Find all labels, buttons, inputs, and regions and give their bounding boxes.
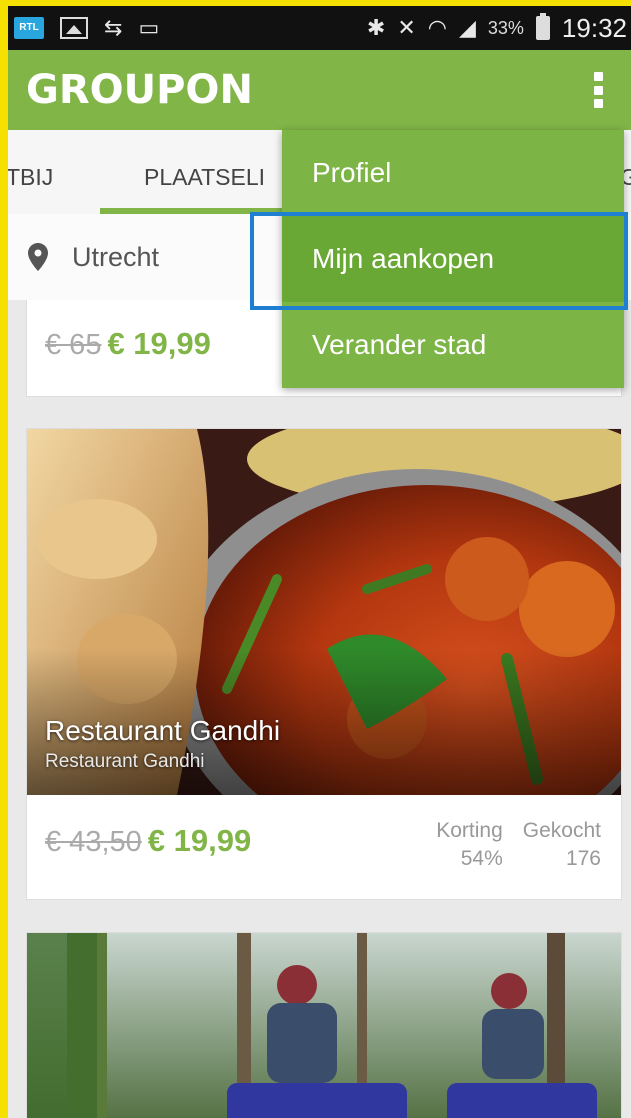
- frame-border-left: [0, 0, 8, 1118]
- deal-card[interactable]: [26, 932, 622, 1118]
- pill-icon: ▭: [138, 15, 160, 40]
- mute-icon: ✕: [397, 15, 416, 40]
- new-price: € 19,99: [107, 326, 211, 361]
- app-bar: GROUPON: [8, 50, 631, 130]
- menu-item-verander-stad[interactable]: Verander stad: [282, 302, 624, 388]
- deal-title: Restaurant Gandhi: [45, 715, 281, 746]
- groupon-logo: GROUPON: [26, 67, 253, 113]
- more-vert-icon[interactable]: [593, 72, 603, 108]
- new-price: € 19,99: [147, 823, 252, 858]
- bought-value: 176: [565, 847, 601, 870]
- city-name: Utrecht: [72, 241, 160, 272]
- menu-item-mijn-aankopen[interactable]: Mijn aankopen: [282, 216, 624, 302]
- old-price: € 43,50: [45, 826, 142, 858]
- menu-item-profiel[interactable]: Profiel: [282, 130, 624, 216]
- bought-label: Gekocht: [522, 819, 601, 842]
- deal-stats: Korting 54% Gekocht 176: [436, 819, 601, 871]
- clock: 19:32: [561, 12, 627, 43]
- discount-label: Korting: [436, 819, 503, 842]
- status-bar: RTL ⇆ ▭ ✱ ✕ ◠ ◢ 33% 19:32: [8, 6, 631, 50]
- deal-feed: € 65 € 19,99 Restaurant Gandhi Restauran…: [8, 300, 631, 1118]
- tab-local[interactable]: PLAATSELI: [144, 164, 265, 191]
- frame-border-top: [0, 0, 631, 6]
- battery-percentage: 33%: [487, 17, 524, 38]
- rtl-icon: RTL: [14, 17, 44, 39]
- overflow-menu: Profiel Mijn aankopen Verander stad: [282, 130, 624, 388]
- bluetooth-icon: ✱: [366, 15, 386, 40]
- sync-icon: ⇆: [104, 15, 123, 40]
- wifi-icon: ◠: [427, 15, 447, 40]
- battery-icon: [535, 13, 550, 40]
- deal-card[interactable]: Restaurant Gandhi Restaurant Gandhi € 43…: [26, 428, 622, 900]
- discount-value: 54%: [460, 847, 503, 870]
- image-icon: [60, 17, 88, 39]
- deal-subtitle: Restaurant Gandhi: [45, 751, 205, 772]
- location-pin-icon: [28, 243, 48, 271]
- tab-nearby[interactable]: TBIJ: [6, 164, 53, 191]
- deal-image: Restaurant Gandhi Restaurant Gandhi: [27, 429, 621, 795]
- deal-image: [27, 933, 621, 1118]
- old-price: € 65: [45, 329, 102, 361]
- signal-icon: ◢: [458, 15, 476, 40]
